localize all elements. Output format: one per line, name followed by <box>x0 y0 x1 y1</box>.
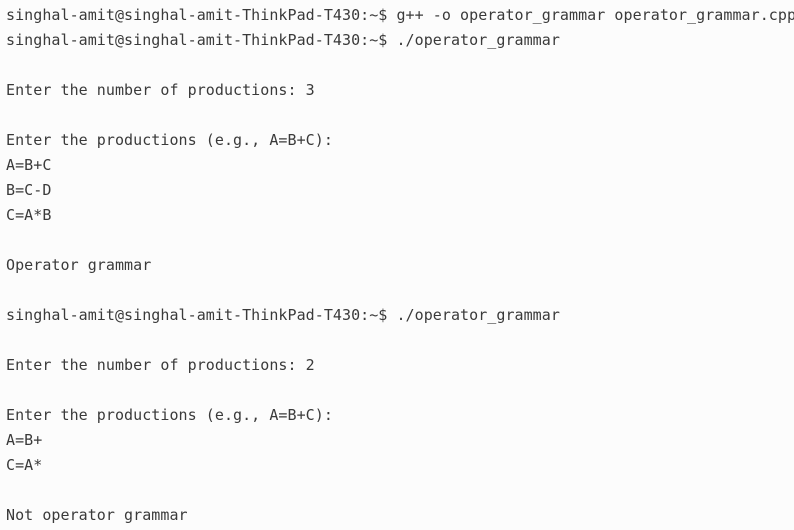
terminal-window[interactable]: singhal-amit@singhal-amit-ThinkPad-T430:… <box>0 0 794 530</box>
terminal-line-production: B=C-D <box>6 181 52 199</box>
terminal-line-productions-prompt: Enter the productions (e.g., A=B+C): <box>6 131 333 149</box>
terminal-line-production: A=B+C <box>6 156 52 174</box>
terminal-line-productions-count-prompt: Enter the number of productions: 2 <box>6 356 315 374</box>
terminal-line-result: Not operator grammar <box>6 506 188 524</box>
terminal-line-result: Operator grammar <box>6 256 152 274</box>
terminal-line-productions-prompt: Enter the productions (e.g., A=B+C): <box>6 406 333 424</box>
terminal-line-production: C=A*B <box>6 206 52 224</box>
terminal-line-productions-count-prompt: Enter the number of productions: 3 <box>6 81 315 99</box>
terminal-line-production: C=A* <box>6 456 43 474</box>
terminal-line-production: A=B+ <box>6 431 43 449</box>
terminal-line-run-command: singhal-amit@singhal-amit-ThinkPad-T430:… <box>6 31 560 49</box>
terminal-line-compile-command: singhal-amit@singhal-amit-ThinkPad-T430:… <box>6 6 794 24</box>
terminal-line-run-command: singhal-amit@singhal-amit-ThinkPad-T430:… <box>6 306 560 324</box>
